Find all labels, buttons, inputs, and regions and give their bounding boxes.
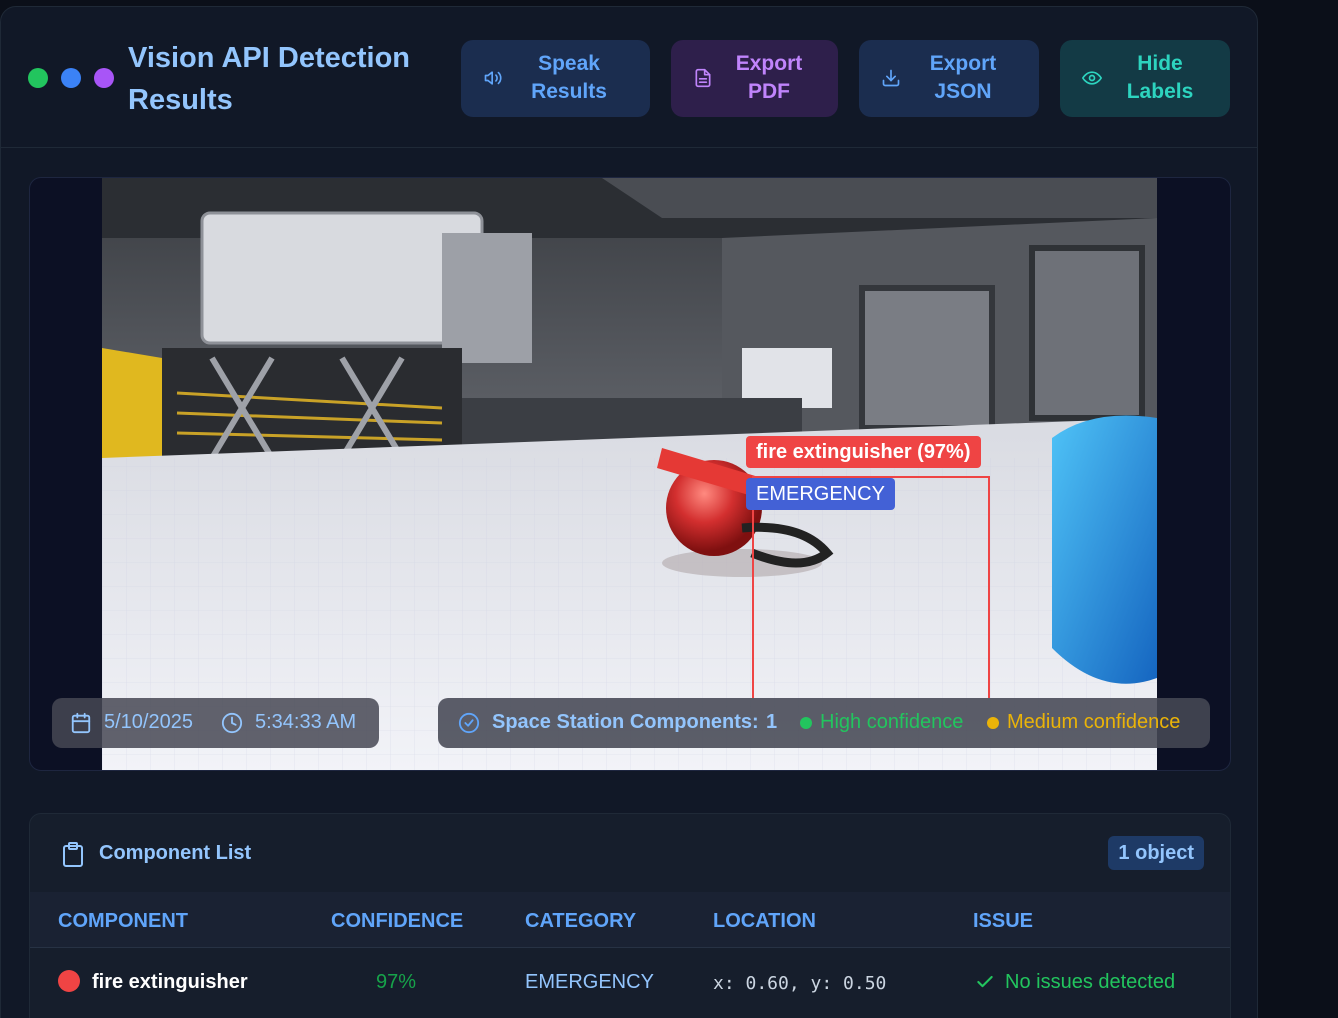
speaker-icon [484,71,502,85]
component-list-header: Component List 1 object [30,814,1230,892]
calendar-icon [71,712,91,734]
speak-results-button[interactable]: Speak Results [461,40,650,117]
download-icon [882,69,900,87]
detection-category-tag: EMERGENCY [746,478,895,510]
detection-label: fire extinguisher (97%) [746,436,981,468]
check-icon [977,975,993,988]
components-label: Space Station Components: [492,711,759,733]
component-legend: Space Station Components: 1 High confide… [438,698,1210,748]
timestamp-badge: 5/10/2025 5:34:33 AM [52,698,379,748]
clipboard-icon [63,842,83,867]
component-list-title: Component List [99,842,252,864]
component-color-dot [58,970,80,992]
purple-dot [94,68,114,88]
speak-results-label: Speak Results [531,52,607,103]
export-json-button[interactable]: Export JSON [859,40,1039,117]
row-component: fire extinguisher [92,971,248,993]
column-location[interactable]: LOCATION [713,910,816,933]
date-text: 5/10/2025 [104,711,193,733]
medium-confidence-dot [987,717,999,729]
detection-viewer: fire extinguisher (97%) EMERGENCY 5/10/2… [29,177,1231,771]
column-category[interactable]: CATEGORY [525,910,636,933]
table-header: COMPONENT CONFIDENCE CATEGORY LOCATION I… [30,892,1230,948]
scene-image [102,178,1157,770]
column-component[interactable]: COMPONENT [58,910,188,933]
blue-dot [61,68,81,88]
components-count: 1 [766,711,778,733]
clock-icon [221,712,243,734]
row-category: EMERGENCY [525,971,654,993]
row-location: x: 0.60, y: 0.50 [713,973,887,994]
object-count-badge: 1 object [1108,836,1204,870]
hide-labels-button[interactable]: Hide Labels [1060,40,1230,117]
high-confidence-dot [800,717,812,729]
green-dot [28,68,48,88]
results-panel: Vision API Detection Results Speak Resul… [0,6,1258,1018]
medium-confidence-label: Medium confidence [1007,711,1181,733]
badge-check-icon [458,712,480,734]
column-issue[interactable]: ISSUE [973,910,1033,933]
hide-labels-label: Hide Labels [1126,52,1194,103]
eye-icon [1082,71,1102,85]
page-title: Vision API Detection Results [128,42,410,116]
export-pdf-label: Export PDF [735,52,803,103]
header: Vision API Detection Results Speak Resul… [1,7,1257,148]
component-list: Component List 1 object COMPONENT CONFID… [29,813,1231,1018]
document-icon [695,68,711,88]
high-confidence-label: High confidence [820,711,964,733]
time-text: 5:34:33 AM [255,711,357,733]
table-row[interactable]: fire extinguisher 97% EMERGENCY x: 0.60,… [30,949,1230,1013]
export-pdf-button[interactable]: Export PDF [671,40,838,117]
column-confidence[interactable]: CONFIDENCE [331,910,463,933]
row-issue: No issues detected [1005,971,1176,993]
export-json-label: Export JSON [929,52,997,103]
row-confidence: 97% [376,971,417,993]
